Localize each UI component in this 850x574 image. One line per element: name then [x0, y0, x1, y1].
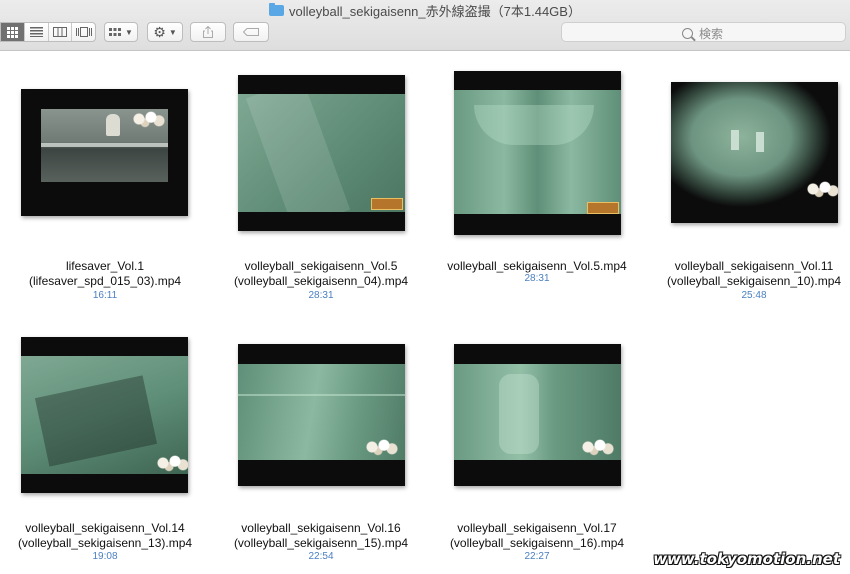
icon-view-icon — [6, 26, 18, 38]
file-duration: 25:48 — [741, 290, 767, 301]
video-thumbnail — [238, 75, 405, 231]
finder-toolbar: volleyball_sekigaisenn_赤外線盗撮（7本1.44GB） ▼… — [0, 0, 850, 51]
file-name: lifesaver_Vol.1 (lifesaver_spd_015_03).mp… — [28, 259, 182, 288]
tag-icon — [243, 28, 259, 36]
video-thumbnail — [671, 82, 838, 223]
search-field[interactable]: 検索 — [561, 22, 846, 42]
view-mode-segmented-control — [0, 22, 96, 42]
action-button[interactable]: ⚙ ▼ — [147, 22, 183, 42]
file-duration: 19:08 — [92, 551, 118, 562]
file-name: volleyball_sekigaisenn_Vol.17 (volleyball… — [449, 521, 625, 550]
file-duration: 22:54 — [308, 551, 334, 562]
file-name: volleyball_sekigaisenn_Vol.5.mp4 — [447, 259, 627, 273]
icon-view-button[interactable] — [1, 23, 25, 41]
list-view-button[interactable] — [25, 23, 49, 41]
file-duration: 22:27 — [524, 551, 550, 562]
column-view-button[interactable] — [49, 23, 73, 41]
thumbnail-image — [21, 356, 188, 474]
thumbnail-image — [671, 82, 838, 223]
arrange-grid-icon — [109, 27, 122, 36]
folder-icon — [269, 2, 285, 16]
arrange-button[interactable]: ▼ — [104, 22, 138, 42]
thumbnail-image — [238, 94, 405, 212]
chevron-down-icon: ▼ — [168, 27, 177, 37]
file-duration: 28:31 — [524, 273, 550, 284]
video-thumbnail — [238, 344, 405, 486]
file-duration: 16:11 — [92, 290, 118, 301]
video-thumbnail — [454, 344, 621, 486]
file-name: volleyball_sekigaisenn_Vol.14 (volleyball… — [17, 521, 193, 550]
share-button[interactable] — [190, 22, 226, 42]
share-icon — [203, 26, 213, 38]
video-thumbnail — [21, 89, 188, 216]
search-icon — [682, 28, 693, 39]
thumbnail-image — [454, 90, 621, 214]
window-title-bar: volleyball_sekigaisenn_赤外線盗撮（7本1.44GB） — [0, 0, 850, 20]
window-title: volleyball_sekigaisenn_赤外線盗撮（7本1.44GB） — [289, 3, 581, 19]
column-view-icon — [52, 27, 67, 37]
video-thumbnail — [21, 337, 188, 493]
thumbnail-image — [454, 364, 621, 460]
cover-flow-icon — [75, 27, 92, 37]
file-name: volleyball_sekigaisenn_Vol.16 (volleyball… — [233, 521, 409, 550]
tags-button[interactable] — [233, 22, 269, 42]
site-watermark: www.tokyomotion.net — [653, 550, 840, 568]
cover-flow-view-button[interactable] — [72, 23, 95, 41]
chevron-down-icon: ▼ — [125, 27, 133, 37]
gear-icon: ⚙ — [153, 24, 166, 40]
list-view-icon — [29, 27, 43, 37]
search-placeholder: 検索 — [699, 27, 724, 41]
file-name: volleyball_sekigaisenn_Vol.5 (volleyball_… — [233, 259, 409, 288]
file-name: volleyball_sekigaisenn_Vol.11 (volleyball… — [666, 259, 842, 288]
thumbnail-image — [41, 109, 168, 182]
thumbnail-image — [238, 364, 405, 460]
file-duration: 28:31 — [308, 290, 334, 301]
video-thumbnail — [454, 71, 621, 235]
